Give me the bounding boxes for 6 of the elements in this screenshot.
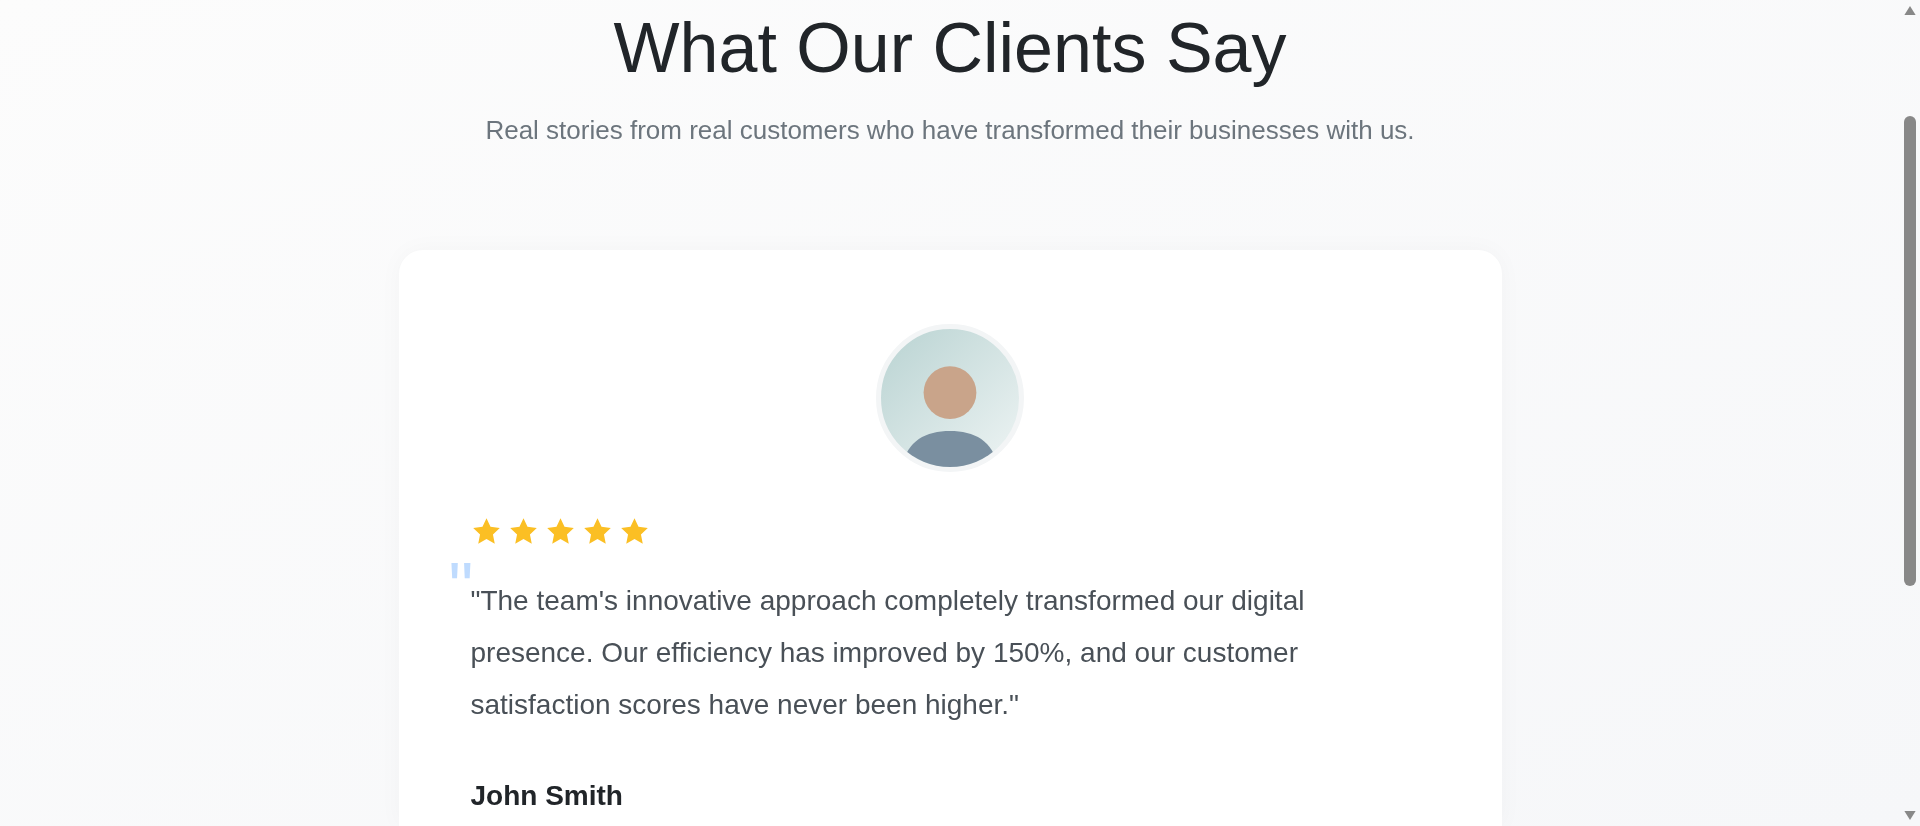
- section-subheading: Real stories from real customers who have transformed their businesses with us.: [485, 114, 1415, 146]
- scroll-up-icon[interactable]: [1904, 6, 1916, 15]
- scrollbar-thumb[interactable]: [1904, 116, 1916, 586]
- scroll-down-icon[interactable]: [1904, 811, 1916, 820]
- client-name: John Smith: [470, 779, 624, 813]
- section-heading: What Our Clients Say: [613, 8, 1287, 89]
